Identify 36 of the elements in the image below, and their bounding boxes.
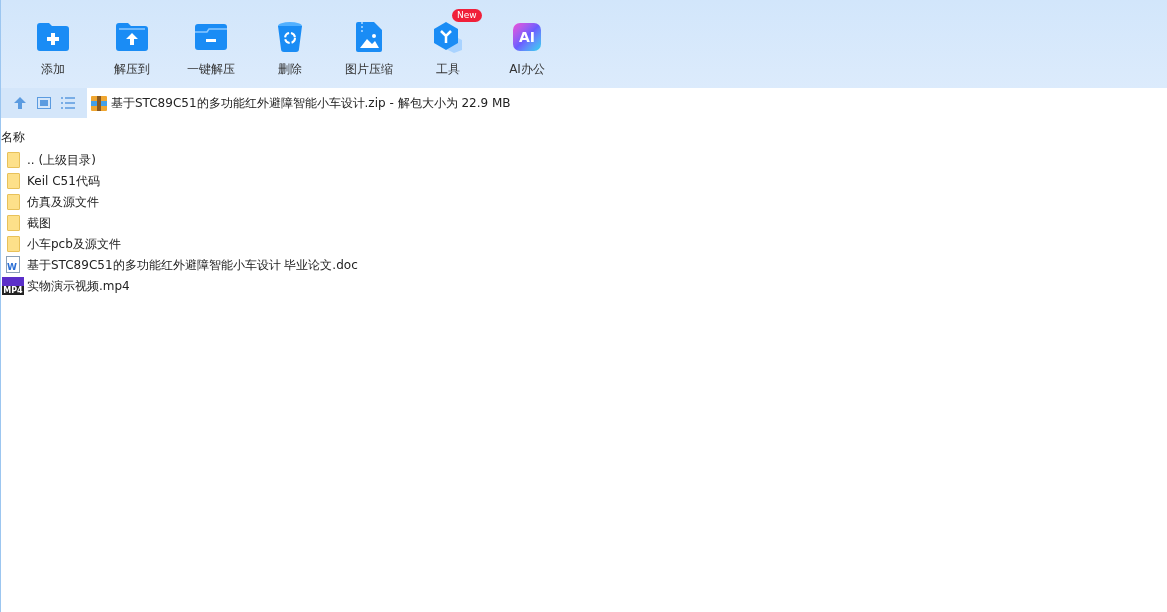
toolbar-button[interactable]: 工具 — [432, 21, 464, 78]
folder-plus-icon — [37, 23, 69, 51]
folder-upload-icon — [116, 23, 148, 51]
toolbar-button[interactable]: 删除 — [277, 21, 303, 78]
column-header[interactable]: 名称 — [1, 128, 25, 146]
video-file-icon: MP4 — [2, 276, 24, 295]
toolbar-button[interactable]: 添加 — [37, 21, 69, 78]
hexagon-icon — [432, 21, 464, 53]
toolbar-button[interactable]: 图片压缩 — [345, 21, 393, 78]
address-bar[interactable]: 基于STC89C51的多功能红外避障智能小车设计.zip - 解包大小为 22.9 MB — [87, 88, 1167, 118]
folder-minus-icon — [195, 24, 227, 50]
folder-icon — [6, 235, 20, 252]
recycle-bin-icon — [277, 22, 303, 52]
ai-logo-icon: AI — [513, 23, 541, 51]
file-name[interactable]: Keil C51代码 — [27, 171, 100, 190]
panel-view-icon[interactable] — [37, 97, 51, 109]
list-view-icon[interactable] — [61, 97, 75, 109]
file-name[interactable]: .. (上级目录) — [27, 150, 96, 169]
word-document-icon: W — [6, 256, 20, 273]
up-arrow-icon[interactable] — [13, 96, 27, 110]
folder-icon — [6, 151, 20, 168]
image-file-icon — [356, 22, 382, 52]
file-name[interactable]: 小车pcb及源文件 — [27, 234, 121, 253]
new-badge: New — [452, 9, 482, 22]
file-name[interactable]: 仿真及源文件 — [27, 192, 99, 211]
folder-icon — [6, 214, 20, 231]
toolbar-button[interactable]: AI AI办公 — [509, 21, 545, 78]
file-name[interactable]: 基于STC89C51的多功能红外避障智能小车设计 毕业论文.doc — [27, 255, 358, 274]
folder-icon — [6, 193, 20, 210]
file-name[interactable]: 实物演示视频.mp4 — [27, 276, 130, 295]
archive-icon — [91, 95, 107, 111]
toolbar-button[interactable]: 一键解压 — [187, 21, 235, 78]
toolbar-button[interactable]: 解压到 — [114, 21, 150, 78]
folder-icon — [6, 172, 20, 189]
file-name[interactable]: 截图 — [27, 213, 51, 232]
archive-path: 基于STC89C51的多功能红外避障智能小车设计.zip - 解包大小为 22.9 MB — [111, 95, 511, 112]
